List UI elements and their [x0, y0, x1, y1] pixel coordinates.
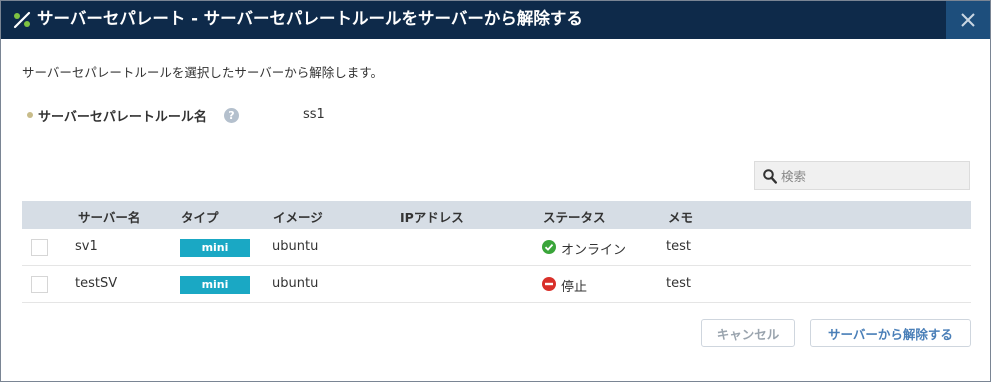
stopped-icon [542, 277, 556, 291]
dialog-title: サーバーセパレート - サーバーセパレートルールをサーバーから解除する [37, 9, 583, 28]
unbind-rule-dialog: サーバーセパレート - サーバーセパレートルールをサーバーから解除する サーバー… [0, 0, 991, 382]
col-header-image[interactable]: イメージ [273, 207, 323, 226]
col-header-ip[interactable]: IPアドレス [400, 207, 464, 226]
table-row[interactable]: testSV mini ubuntu 停止 test [22, 266, 971, 303]
rule-name-value: ss1 [303, 107, 325, 122]
unbind-from-server-button[interactable]: サーバーから解除する [810, 319, 971, 347]
col-header-type[interactable]: タイプ [181, 207, 219, 226]
memo: test [666, 276, 691, 291]
rule-name-label: サーバーセパレートルール名 [38, 110, 207, 125]
col-header-status[interactable]: ステータス [543, 207, 606, 226]
online-check-icon [542, 240, 556, 254]
status-text: オンライン [561, 243, 627, 258]
type-badge: mini [180, 239, 250, 257]
search-icon [763, 169, 777, 184]
close-button[interactable] [946, 1, 990, 39]
row-checkbox[interactable] [31, 239, 48, 256]
table-row[interactable]: sv1 mini ubuntu オンライン test [22, 229, 971, 266]
table-header: サーバー名 タイプ イメージ IPアドレス ステータス メモ [22, 201, 971, 229]
row-checkbox[interactable] [31, 276, 48, 293]
image-name: ubuntu [272, 276, 319, 291]
help-icon[interactable]: ? [224, 108, 239, 123]
dialog-description: サーバーセパレートルールを選択したサーバーから解除します。 [22, 65, 384, 80]
close-icon[interactable] [960, 12, 976, 28]
bullet-icon [27, 112, 33, 118]
memo: test [666, 239, 691, 254]
server-name: sv1 [75, 239, 98, 254]
server-name: testSV [75, 276, 118, 291]
image-name: ubuntu [272, 239, 319, 254]
dialog-titlebar: サーバーセパレート - サーバーセパレートルールをサーバーから解除する [1, 1, 990, 39]
cancel-button[interactable]: キャンセル [701, 319, 795, 347]
col-header-memo[interactable]: メモ [668, 207, 693, 226]
col-header-server-name[interactable]: サーバー名 [78, 207, 140, 226]
search-input[interactable] [781, 165, 965, 187]
separate-rule-icon [11, 9, 33, 31]
type-badge: mini [180, 276, 250, 294]
search-box[interactable] [754, 161, 970, 190]
status-text: 停止 [561, 280, 588, 295]
